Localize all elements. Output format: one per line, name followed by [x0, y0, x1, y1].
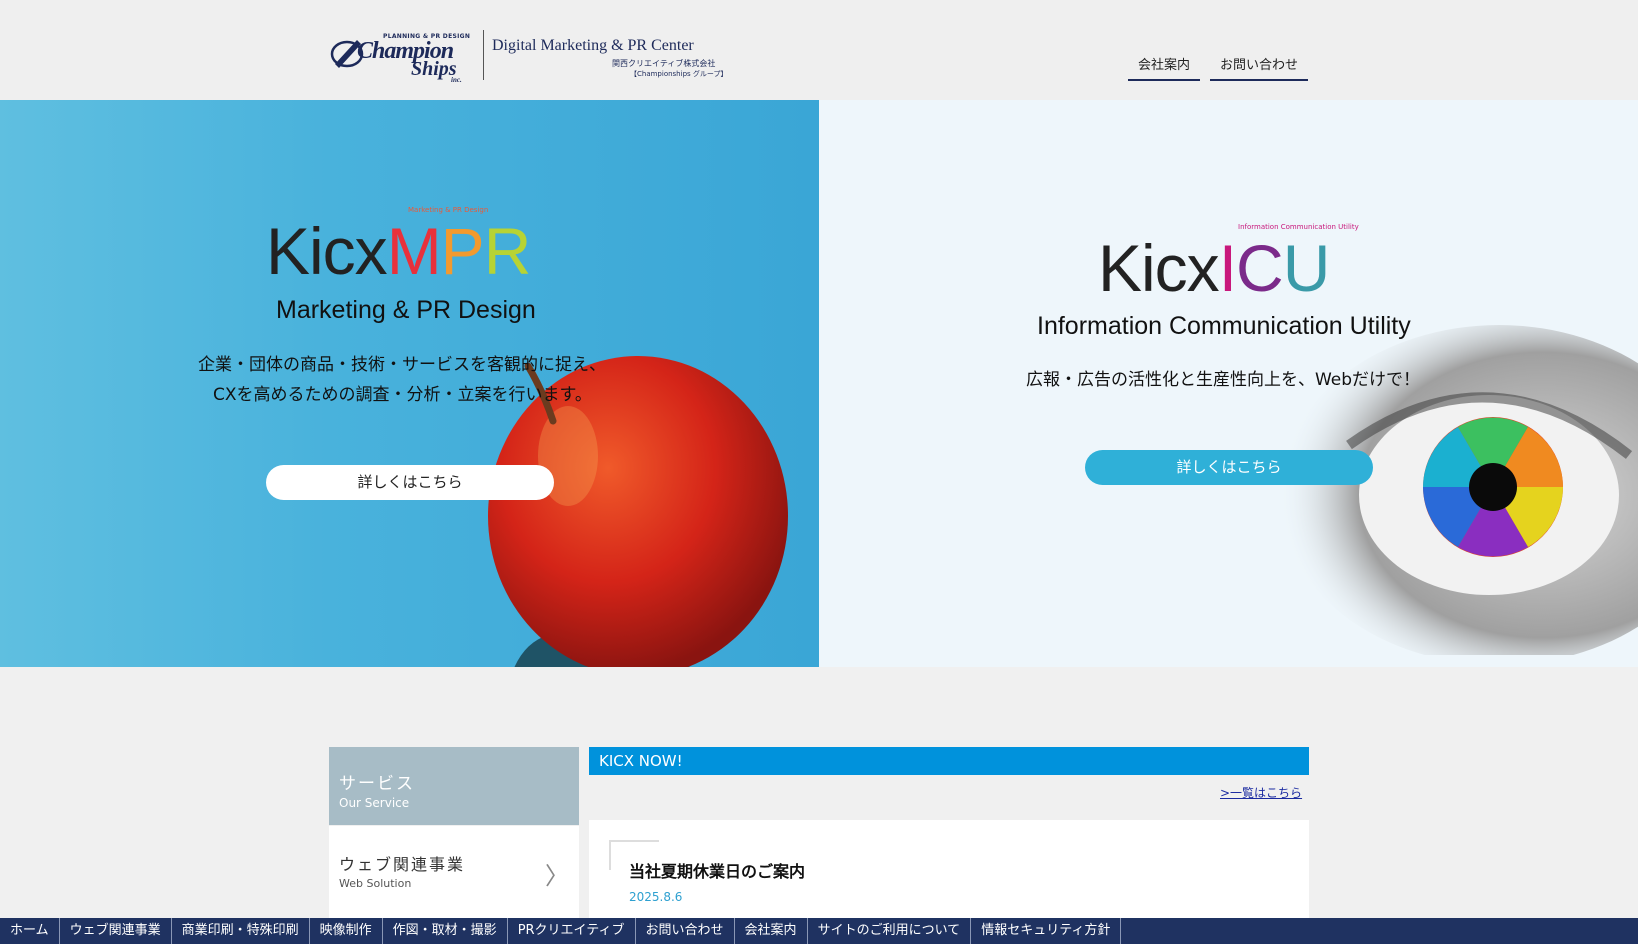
top-nav-company[interactable]: 会社案内 [1128, 52, 1201, 81]
mpr-brand-letter: R [483, 214, 532, 288]
services-heading: サービス Our Service [329, 747, 579, 825]
logo-center-title: Digital Marketing & PR Center [492, 37, 694, 54]
footer-nav-pr-creative[interactable]: PRクリエイティブ [508, 918, 636, 944]
logo-inc: inc. [451, 76, 462, 84]
top-nav-contact[interactable]: お問い合わせ [1210, 52, 1309, 81]
mpr-brand: KicxMPR [266, 218, 531, 284]
logo-text: Digital Marketing & PR Center 関西クリエイティブ株… [492, 28, 732, 82]
mpr-subtitle: Marketing & PR Design [276, 296, 536, 324]
mpr-description-2: CXを高めるための調査・分析・立案を行います。 [213, 385, 592, 405]
mpr-tagline: Marketing & PR Design [408, 206, 489, 214]
footer-nav: ホーム ウェブ関連事業 商業印刷・特殊印刷 映像制作 作図・取材・撮影 PRクリ… [0, 918, 1638, 944]
footer-nav-web[interactable]: ウェブ関連事業 [60, 918, 172, 944]
news-header-bar: KICX NOW! [589, 747, 1309, 775]
footer-nav-video[interactable]: 映像制作 [310, 918, 383, 944]
mpr-details-button[interactable]: 詳しくはこちら [266, 465, 554, 500]
hero-kicx-icu: Information Communication Utility KicxIC… [819, 100, 1638, 667]
news-list-link[interactable]: >一覧はこちら [1220, 784, 1302, 801]
site-header: PLANNING & PR DESIGN Champion Ships inc.… [0, 0, 1638, 100]
hero-kicx-mpr: Marketing & PR Design KicxMPR Marketing … [0, 100, 819, 667]
service-item-web[interactable]: ウェブ関連事業 Web Solution 〉 [329, 826, 579, 918]
footer-nav-terms[interactable]: サイトのご利用について [808, 918, 972, 944]
icu-description: 広報・広告の活性化と生産性向上を、Webだけで！ [1026, 370, 1421, 390]
icu-brand: KicxICU [1098, 235, 1330, 301]
footer-nav-company[interactable]: 会社案内 [735, 918, 808, 944]
icu-details-button[interactable]: 詳しくはこちら [1085, 450, 1373, 485]
footer-nav-security[interactable]: 情報セキュリティ方針 [971, 918, 1122, 944]
news-title: 当社夏期休業日のご案内 [629, 862, 806, 881]
icu-brand-letter: U [1282, 231, 1331, 305]
services-title: サービス [339, 774, 415, 794]
services-title-en: Our Service [339, 796, 410, 810]
logo-divider [483, 30, 484, 80]
footer-nav-contact[interactable]: お問い合わせ [636, 918, 735, 944]
logo-company-name: 関西クリエイティブ株式会社 [612, 59, 716, 68]
icu-subtitle: Information Communication Utility [1037, 312, 1411, 340]
footer-nav-home[interactable]: ホーム [0, 918, 60, 944]
mpr-brand-letter: P [440, 214, 485, 288]
service-item-label: ウェブ関連事業 [339, 855, 466, 874]
mpr-description-1: 企業・団体の商品・技術・サービスを客観的に捉え、 [198, 355, 606, 375]
service-item-label-en: Web Solution [339, 877, 412, 890]
icu-tagline: Information Communication Utility [1238, 223, 1359, 231]
chevron-right-icon: 〉 [545, 862, 569, 890]
news-item[interactable]: 当社夏期休業日のご案内 2025.8.6 [589, 820, 1309, 920]
mpr-brand-prefix: Kicx [266, 214, 388, 288]
footer-nav-printing[interactable]: 商業印刷・特殊印刷 [172, 918, 310, 944]
championships-logo: PLANNING & PR DESIGN Champion Ships inc. [329, 28, 477, 84]
icu-brand-letter: C [1236, 231, 1284, 305]
footer-nav-drawing[interactable]: 作図・取材・撮影 [383, 918, 508, 944]
top-nav: 会社案内 お問い合わせ [1128, 52, 1309, 81]
logo-ships: Ships [411, 58, 457, 80]
icu-brand-letter: I [1218, 231, 1237, 305]
site-logo[interactable]: PLANNING & PR DESIGN Champion Ships inc.… [329, 28, 732, 84]
icu-brand-prefix: Kicx [1098, 231, 1220, 305]
news-date: 2025.8.6 [629, 890, 683, 904]
mpr-brand-letter: M [386, 214, 442, 288]
logo-group: 【Championships グループ】 [630, 70, 728, 78]
